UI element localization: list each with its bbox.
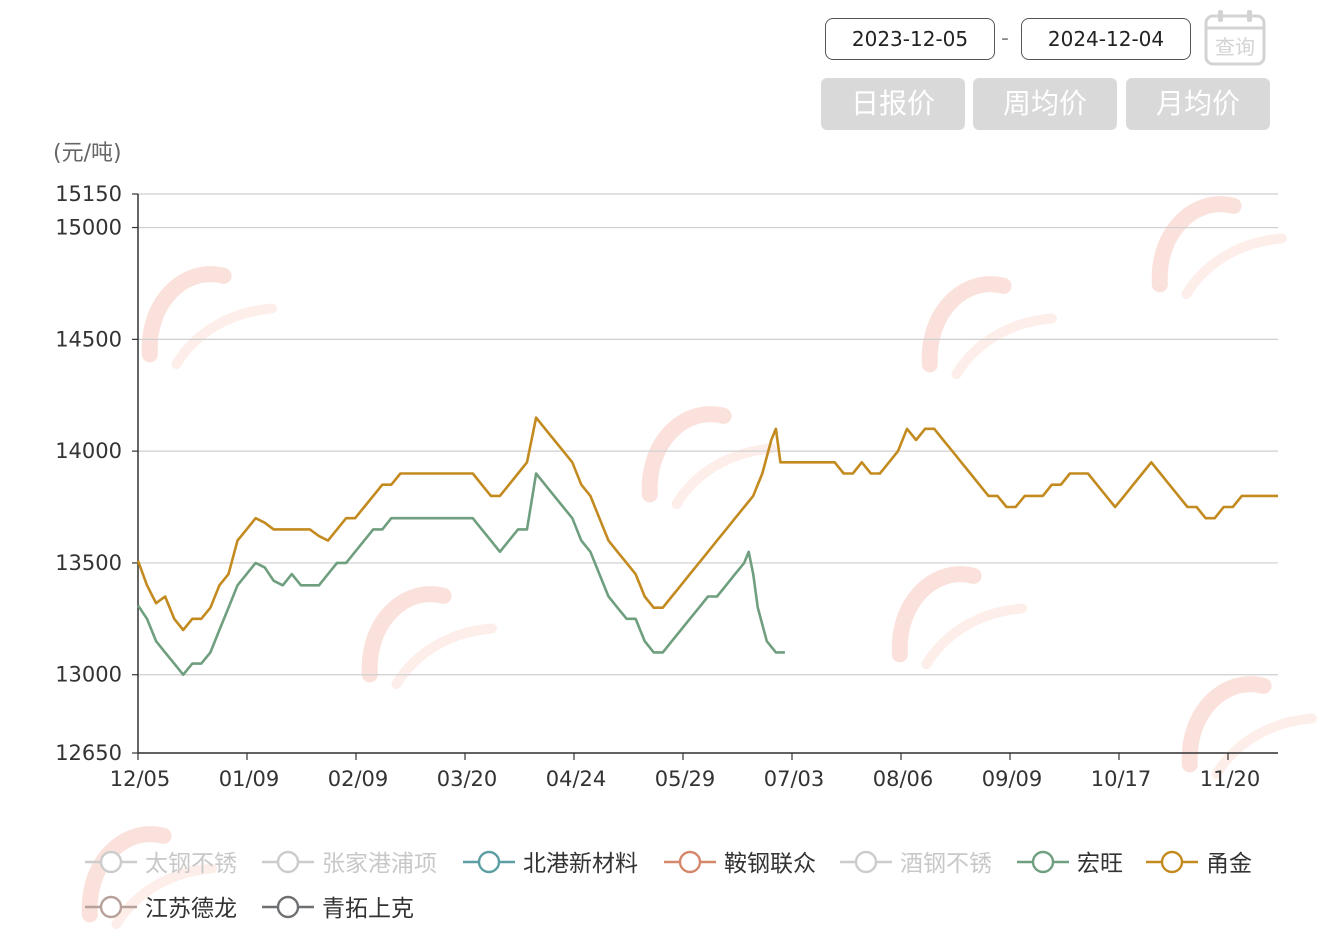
- legend-label: 甬金: [1206, 851, 1252, 877]
- watermark: [81, 196, 1317, 929]
- watermark-mark: [891, 566, 1027, 670]
- axes: 12650 13000 13500 14000 14500 15000 15150 (元/吨)…: [53, 141, 1278, 791]
- watermark-mark: [141, 266, 277, 370]
- x-tick-label: 12/05: [110, 767, 171, 791]
- legend-marker: [99, 850, 123, 874]
- legend-label: 张家港浦项: [322, 851, 437, 877]
- y-tick-label: 15150: [55, 182, 122, 206]
- x-tick-label: 05/29: [655, 767, 716, 791]
- legend-item[interactable]: 鞍钢联众: [664, 850, 816, 877]
- legend-marker: [678, 850, 702, 874]
- watermark-mark: [1151, 196, 1287, 300]
- x-tick-label: 01/09: [219, 767, 280, 791]
- x-tick-label: 11/20: [1200, 767, 1261, 791]
- legend-label: 青拓上克: [322, 896, 414, 922]
- legend-item[interactable]: 青拓上克: [262, 895, 414, 922]
- legend: 太钢不锈 张家港浦项 北港新材料 鞍钢联众 酒钢不锈 宏旺 甬金江苏德龙 青拓上克: [85, 850, 1252, 922]
- y-tick-label: 15000: [55, 216, 122, 240]
- legend-item[interactable]: 甬金: [1146, 850, 1252, 877]
- x-tick-label: 09/09: [982, 767, 1043, 791]
- x-tick-label: 04/24: [546, 767, 607, 791]
- legend-label: 酒钢不锈: [900, 851, 992, 877]
- y-tick-label: 13000: [55, 663, 122, 687]
- legend-marker: [1160, 850, 1184, 874]
- legend-marker: [276, 850, 300, 874]
- legend-item[interactable]: 江苏德龙: [85, 895, 237, 922]
- legend-label: 太钢不锈: [145, 851, 237, 877]
- legend-marker: [1031, 850, 1055, 874]
- y-axis-label: (元/吨): [53, 141, 122, 166]
- watermark-mark: [921, 276, 1057, 380]
- series-line: [136, 472, 785, 677]
- price-line-chart: 12650 13000 13500 14000 14500 15000 15150 (元/吨)…: [53, 141, 1317, 929]
- legend-item[interactable]: 北港新材料: [463, 850, 638, 877]
- legend-marker: [276, 895, 300, 919]
- legend-marker: [854, 850, 878, 874]
- legend-label: 江苏德龙: [145, 896, 237, 922]
- y-tick-label: 14500: [55, 327, 122, 351]
- x-tick-label: 07/03: [764, 767, 825, 791]
- legend-item[interactable]: 太钢不锈: [85, 850, 237, 877]
- x-tick-label: 10/17: [1091, 767, 1152, 791]
- legend-marker: [477, 850, 501, 874]
- y-tick-label: 12650: [55, 741, 122, 765]
- x-tick-label: 02/09: [328, 767, 389, 791]
- legend-item[interactable]: 张家港浦项: [262, 850, 437, 877]
- series-lines: [136, 416, 1278, 677]
- watermark-mark: [1181, 676, 1317, 780]
- y-tick-label: 14000: [55, 439, 122, 463]
- x-tick-label: 03/20: [437, 767, 498, 791]
- legend-label: 鞍钢联众: [724, 851, 816, 877]
- legend-item[interactable]: 宏旺: [1017, 850, 1123, 877]
- x-tick-label: 08/06: [873, 767, 934, 791]
- legend-item[interactable]: 酒钢不锈: [840, 850, 992, 877]
- y-tick-label: 13500: [55, 551, 122, 575]
- legend-label: 宏旺: [1077, 851, 1123, 877]
- legend-label: 北港新材料: [523, 851, 638, 877]
- legend-marker: [99, 895, 123, 919]
